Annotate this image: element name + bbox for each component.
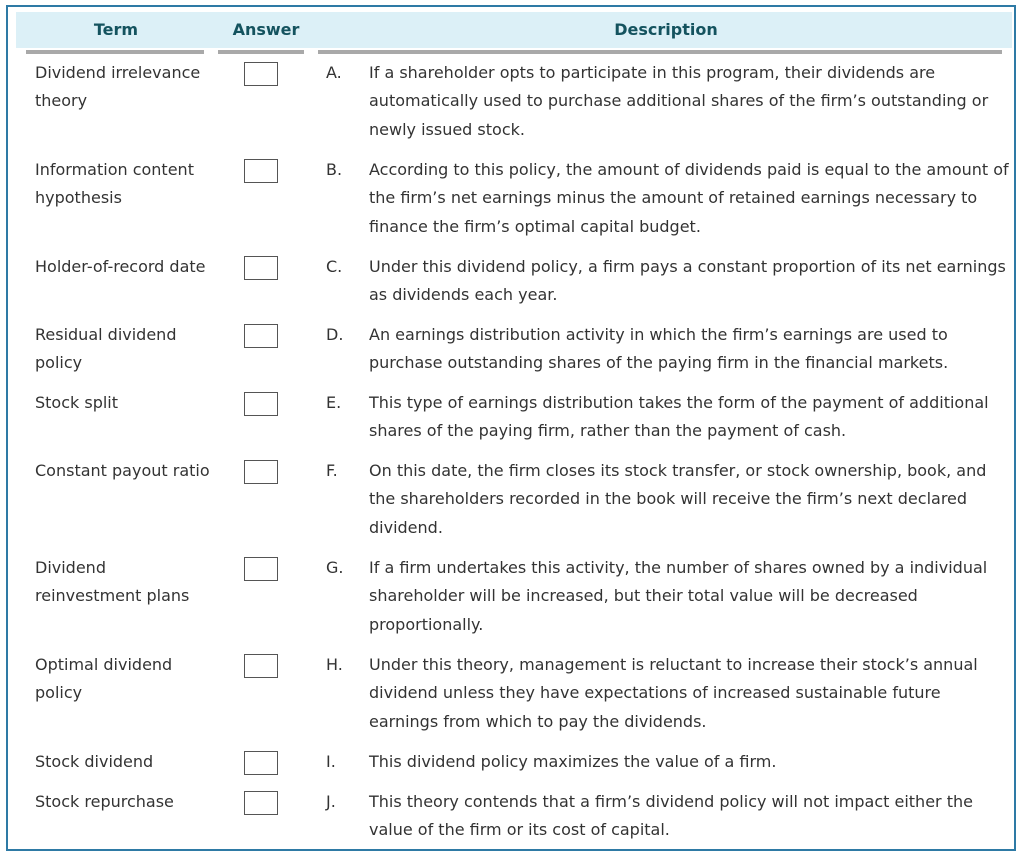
- answer-input[interactable]: [244, 557, 278, 581]
- answer-input[interactable]: [244, 159, 278, 183]
- table-header: Term Answer Description: [16, 12, 1012, 48]
- term-label: Stock repurchase: [35, 792, 174, 811]
- description-text: This dividend policy maximizes the value…: [369, 752, 777, 771]
- term-label: Constant payout ratio: [35, 461, 210, 480]
- header-divider-description: [318, 50, 1002, 54]
- term-label: Holder-of-record date: [35, 257, 206, 276]
- term-label: Stock split: [35, 393, 119, 412]
- header-term: Term: [93, 20, 139, 39]
- description-text: Under this dividend policy, a firm pays …: [369, 257, 1006, 305]
- description-text: On this date, the firm closes its stock …: [369, 461, 987, 537]
- description-text: Under this theory, management is relucta…: [369, 655, 978, 731]
- term-label: Residual dividend policy: [35, 325, 177, 372]
- term-label: Optimal dividend policy: [35, 655, 173, 702]
- answer-input[interactable]: [244, 324, 278, 348]
- header-answer: Answer: [232, 20, 300, 39]
- description-letter: J.: [326, 792, 336, 811]
- term-label: Dividend reinvestment plans: [35, 558, 190, 605]
- answer-input[interactable]: [244, 256, 278, 280]
- description-text: If a shareholder opts to participate in …: [369, 63, 989, 139]
- matching-table: Term Answer Description Dividend irrelev…: [6, 5, 1016, 851]
- header-divider-term: [26, 50, 204, 54]
- term-label: Dividend irrelevance theory: [35, 63, 201, 110]
- description-letter: I.: [326, 752, 336, 771]
- description-text: This theory contends that a firm’s divid…: [369, 792, 973, 840]
- term-label: Information content hypothesis: [35, 160, 194, 207]
- description-text: According to this policy, the amount of …: [369, 160, 1009, 236]
- description-letter: E.: [326, 393, 342, 412]
- description-text: An earnings distribution activity in whi…: [369, 325, 949, 373]
- answer-input[interactable]: [244, 751, 278, 775]
- description-text: This type of earnings distribution takes…: [369, 393, 989, 441]
- description-letter: C.: [326, 257, 343, 276]
- header-description: Description: [614, 20, 718, 39]
- description-letter: G.: [326, 558, 344, 577]
- description-text: If a firm undertakes this activity, the …: [369, 558, 988, 634]
- description-letter: B.: [326, 160, 343, 179]
- answer-input[interactable]: [244, 392, 278, 416]
- answer-input[interactable]: [244, 62, 278, 86]
- answer-input[interactable]: [244, 791, 278, 815]
- description-letter: D.: [326, 325, 344, 344]
- description-letter: F.: [326, 461, 338, 480]
- header-divider-answer: [218, 50, 304, 54]
- term-label: Stock dividend: [35, 752, 154, 771]
- description-letter: H.: [326, 655, 343, 674]
- description-letter: A.: [326, 63, 342, 82]
- answer-input[interactable]: [244, 654, 278, 678]
- answer-input[interactable]: [244, 460, 278, 484]
